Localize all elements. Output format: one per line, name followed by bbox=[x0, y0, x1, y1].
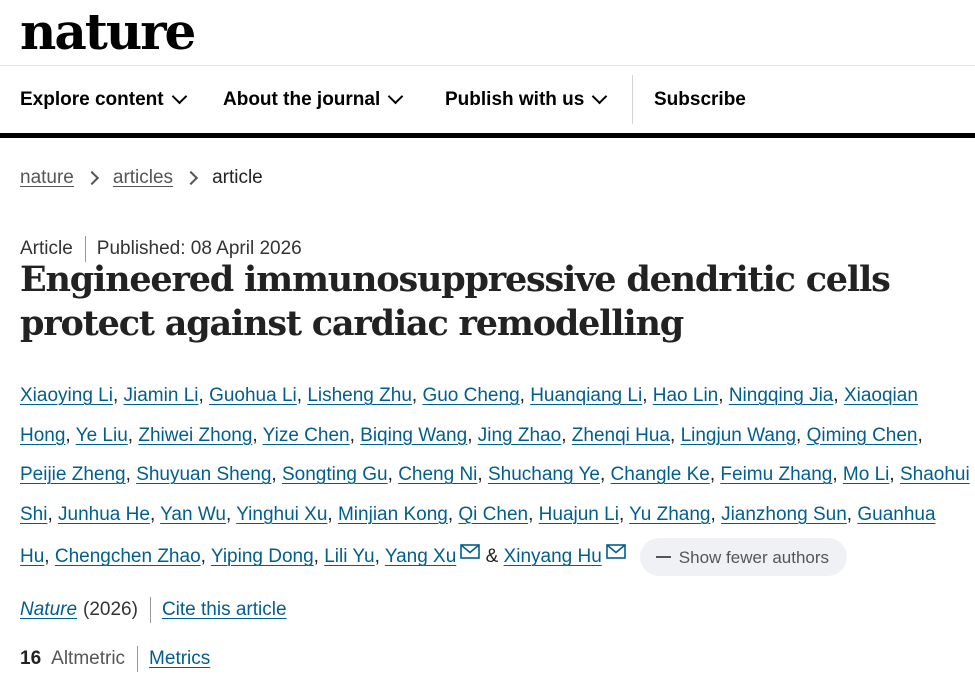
corresponding-author-link[interactable]: Xinyang Hu bbox=[504, 546, 602, 567]
published-date: Published: 08 April 2026 bbox=[96, 238, 302, 259]
email-icon[interactable] bbox=[460, 534, 481, 560]
author-link[interactable]: Zhenqi Hua bbox=[572, 425, 670, 446]
minus-icon bbox=[655, 556, 671, 559]
author-link[interactable]: Lingjun Wang bbox=[681, 425, 796, 446]
author-link[interactable]: Feimu Zhang bbox=[720, 464, 832, 485]
author-link[interactable]: Yu Zhang bbox=[629, 504, 710, 525]
author-link[interactable]: Xiaoying Li bbox=[20, 385, 113, 406]
nav-explore-content-label: Explore content bbox=[20, 88, 164, 110]
author-link[interactable]: Shuyuan Sheng bbox=[136, 464, 271, 485]
nature-logo[interactable]: nature bbox=[20, 2, 196, 62]
cite-divider bbox=[149, 597, 151, 623]
nav-about-journal[interactable]: About the journal bbox=[223, 66, 404, 133]
author-link[interactable]: Guohua Li bbox=[209, 385, 297, 406]
author-ampersand: & bbox=[485, 546, 499, 568]
article-title: Engineered immunosuppressive dendritic c… bbox=[20, 259, 891, 344]
masthead: nature bbox=[0, 0, 975, 66]
nav-publish-with-us[interactable]: Publish with us bbox=[445, 66, 608, 133]
corresponding-author-link[interactable]: Yang Xu bbox=[385, 546, 456, 567]
journal-link[interactable]: Nature bbox=[20, 599, 77, 621]
author-link[interactable]: Songting Gu bbox=[282, 464, 388, 485]
altmetric-label: Altmetric bbox=[51, 648, 126, 669]
author-link[interactable]: Lisheng Zhu bbox=[307, 385, 412, 406]
nav-subscribe[interactable]: Subscribe bbox=[654, 66, 746, 133]
author-link[interactable]: Yinghui Xu bbox=[236, 504, 327, 525]
author-link[interactable]: Changle Ke bbox=[611, 464, 710, 485]
chevron-right-icon bbox=[84, 170, 99, 186]
breadcrumb-current: article bbox=[212, 167, 263, 188]
author-link[interactable]: Peijie Zheng bbox=[20, 464, 126, 485]
citation-row: Nature (2026) Cite this article bbox=[20, 597, 287, 623]
author-link[interactable]: Huajun Li bbox=[539, 504, 619, 525]
author-link[interactable]: Ye Liu bbox=[76, 425, 128, 446]
metrics-divider bbox=[137, 646, 139, 672]
author-link[interactable]: Biqing Wang bbox=[360, 425, 467, 446]
nav-explore-content[interactable]: Explore content bbox=[20, 66, 187, 133]
author-link[interactable]: Jing Zhao bbox=[478, 425, 561, 446]
author-link[interactable]: Qi Chen bbox=[458, 504, 528, 525]
author-link[interactable]: Shuchang Ye bbox=[488, 464, 600, 485]
main-nav: Explore content About the journal Publis… bbox=[0, 66, 975, 138]
show-fewer-authors-button[interactable]: Show fewer authors bbox=[639, 538, 848, 577]
author-link[interactable]: Chengchen Zhao bbox=[55, 546, 201, 567]
article-type: Article bbox=[20, 238, 73, 259]
author-link[interactable]: Hao Lin bbox=[653, 385, 719, 406]
author-link[interactable]: Qiming Chen bbox=[807, 425, 918, 446]
cite-this-article-link[interactable]: Cite this article bbox=[162, 599, 287, 621]
metrics-link[interactable]: Metrics bbox=[149, 648, 210, 670]
author-link[interactable]: Ningqing Jia bbox=[729, 385, 834, 406]
show-fewer-label: Show fewer authors bbox=[678, 547, 830, 567]
nav-divider bbox=[632, 75, 633, 124]
author-link[interactable]: Minjian Kong bbox=[338, 504, 448, 525]
author-link[interactable]: Huanqiang Li bbox=[530, 385, 642, 406]
author-link[interactable]: Zhiwei Zhong bbox=[138, 425, 252, 446]
nav-publish-label: Publish with us bbox=[445, 88, 585, 110]
publication-year: (2026) bbox=[83, 599, 138, 620]
breadcrumb-articles[interactable]: articles bbox=[113, 167, 173, 189]
author-link[interactable]: Jiamin Li bbox=[124, 385, 199, 406]
author-link[interactable]: Lili Yu bbox=[324, 546, 374, 567]
author-link[interactable]: Guo Cheng bbox=[422, 385, 519, 406]
chevron-down-icon bbox=[592, 88, 608, 105]
author-list: Xiaoying Li, Jiamin Li, Guohua Li, Lishe… bbox=[20, 376, 970, 577]
author-link[interactable]: Jianzhong Sun bbox=[721, 504, 847, 525]
chevron-right-icon bbox=[183, 170, 199, 186]
nav-about-journal-label: About the journal bbox=[223, 88, 381, 110]
breadcrumb: nature articles article bbox=[20, 167, 263, 189]
altmetric-count: 16 bbox=[20, 648, 42, 669]
metrics-row: 16 Altmetric Metrics bbox=[20, 646, 210, 672]
chevron-down-icon bbox=[387, 88, 404, 105]
email-icon[interactable] bbox=[605, 534, 626, 560]
author-link[interactable]: Junhua He bbox=[58, 504, 150, 525]
breadcrumb-nature[interactable]: nature bbox=[20, 167, 74, 189]
chevron-down-icon bbox=[171, 88, 187, 105]
author-link[interactable]: Mo Li bbox=[843, 464, 889, 485]
author-link[interactable]: Yiping Dong bbox=[211, 546, 314, 567]
author-link[interactable]: Cheng Ni bbox=[398, 464, 477, 485]
author-link[interactable]: Yize Chen bbox=[263, 425, 350, 446]
author-link[interactable]: Yan Wu bbox=[160, 504, 226, 525]
